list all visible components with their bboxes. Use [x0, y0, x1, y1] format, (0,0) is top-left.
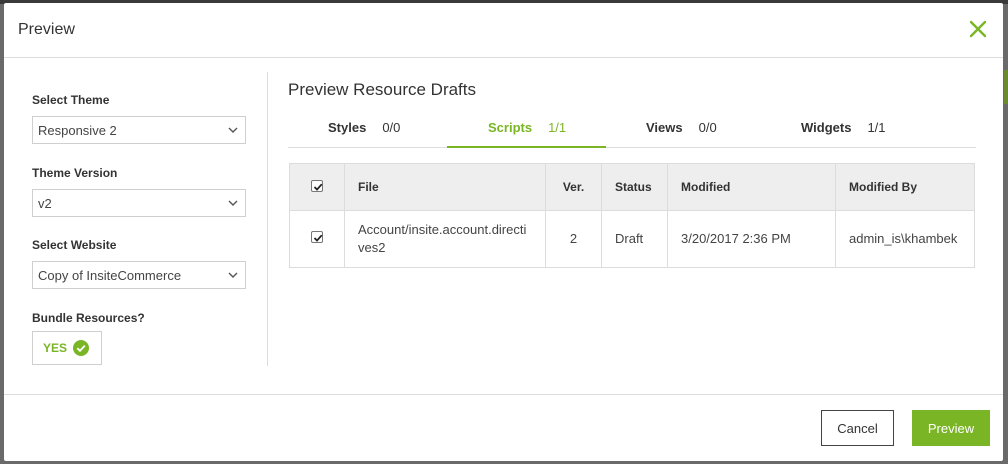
- column-modified-by[interactable]: Modified By: [835, 163, 975, 211]
- row-select-cell: [289, 210, 345, 268]
- tab-count: 1/1: [548, 120, 567, 135]
- cancel-button[interactable]: Cancel: [821, 410, 894, 446]
- row-checkbox[interactable]: [311, 231, 323, 243]
- backdrop-accent: [1004, 70, 1008, 104]
- version-select[interactable]: v2: [32, 189, 246, 217]
- tab-count: 0/0: [698, 120, 717, 135]
- select-theme-label: Select Theme: [32, 93, 110, 107]
- theme-version-label: Theme Version: [32, 166, 118, 180]
- preview-dialog: Preview Select Theme Responsive 2 Theme …: [4, 3, 1003, 461]
- tab-label: Scripts: [488, 120, 533, 135]
- select-all-header: [289, 163, 345, 211]
- chevron-down-icon: [228, 272, 238, 278]
- cell-ver: 2: [545, 210, 602, 268]
- close-icon[interactable]: [967, 18, 989, 40]
- table-row[interactable]: Account/insite.account.directives2 2 Dra…: [289, 210, 975, 268]
- bundle-resources-label: Bundle Resources?: [32, 311, 145, 325]
- column-status[interactable]: Status: [601, 163, 668, 211]
- chevron-down-icon: [228, 200, 238, 206]
- table-header-row: File Ver. Status Modified Modified By: [289, 163, 975, 211]
- section-title: Preview Resource Drafts: [288, 80, 477, 99]
- cell-modified-by: admin_is\khambek: [835, 210, 975, 268]
- tab-label: Styles: [328, 120, 367, 135]
- chevron-down-icon: [228, 127, 238, 133]
- tab-label: Views: [646, 120, 683, 135]
- column-modified[interactable]: Modified: [667, 163, 836, 211]
- cell-modified: 3/20/2017 2:36 PM: [667, 210, 836, 268]
- version-select-value: v2: [38, 196, 52, 211]
- website-select-value: Copy of InsiteCommerce: [38, 268, 182, 283]
- website-select[interactable]: Copy of InsiteCommerce: [32, 261, 246, 289]
- theme-select[interactable]: Responsive 2: [32, 116, 246, 144]
- dialog-body: Select Theme Responsive 2 Theme Version …: [4, 58, 1003, 394]
- bundle-resources-value: YES: [43, 341, 68, 355]
- tab-label: Widgets: [801, 120, 852, 135]
- dialog-title: Preview: [18, 21, 75, 38]
- check-icon: [313, 234, 323, 242]
- dialog-header: Preview: [4, 3, 1003, 58]
- resource-tabs: Styles 0/0 Scripts 1/1 Views 0/0 Widgets 1/1: [288, 114, 976, 148]
- column-ver[interactable]: Ver.: [545, 163, 602, 211]
- cell-file: Account/insite.account.directives2: [344, 210, 546, 268]
- select-all-checkbox[interactable]: [311, 179, 323, 192]
- tab-count: 0/0: [382, 120, 401, 135]
- theme-select-value: Responsive 2: [38, 123, 117, 138]
- tab-widgets[interactable]: Widgets 1/1: [801, 114, 886, 148]
- check-circle-icon: [73, 340, 90, 356]
- dialog-footer: Cancel Preview: [4, 394, 1003, 461]
- column-divider: [267, 72, 268, 366]
- tab-styles[interactable]: Styles 0/0: [328, 114, 400, 148]
- tab-views[interactable]: Views 0/0: [646, 114, 717, 148]
- bundle-resources-toggle[interactable]: YES: [32, 331, 102, 365]
- column-file[interactable]: File: [344, 163, 546, 211]
- check-icon: [313, 183, 323, 191]
- cell-status: Draft: [601, 210, 668, 268]
- tab-scripts[interactable]: Scripts 1/1: [447, 114, 606, 148]
- drafts-table: File Ver. Status Modified Modified By Ac…: [289, 163, 975, 268]
- tab-count: 1/1: [867, 120, 886, 135]
- preview-button[interactable]: Preview: [912, 410, 990, 446]
- select-website-label: Select Website: [32, 238, 117, 252]
